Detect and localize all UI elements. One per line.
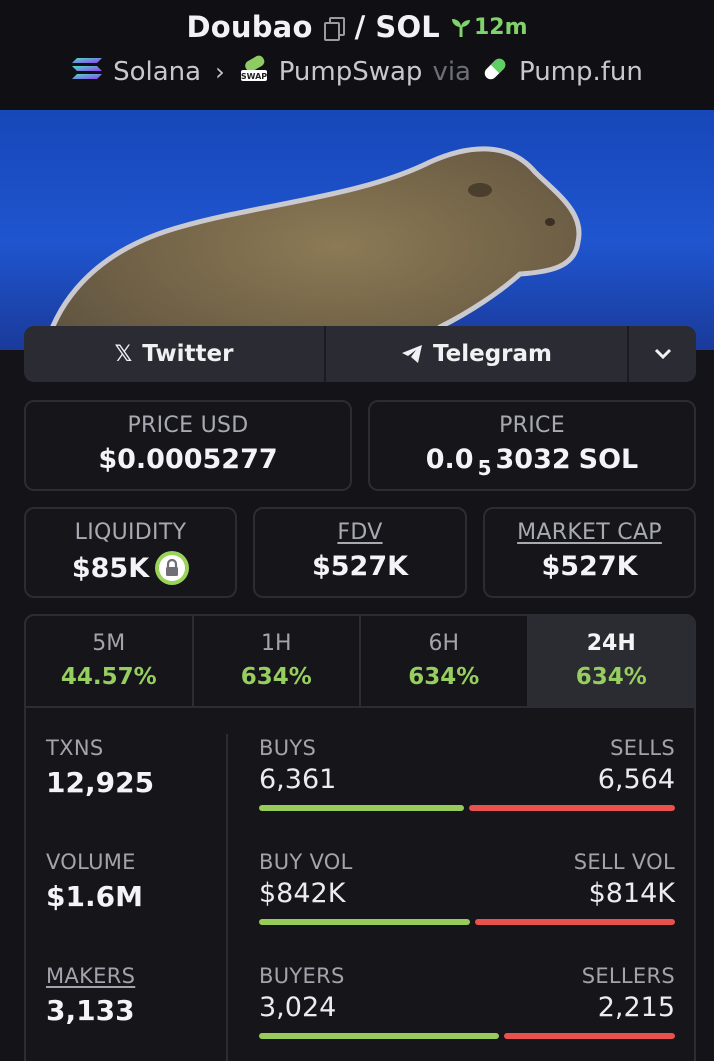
volume-split-row: BUY VOL SELL VOL $842K $814K xyxy=(259,850,675,925)
tab-change: 44.57% xyxy=(60,664,157,690)
tab-label: 1H xyxy=(260,631,292,656)
txns-value: 12,925 xyxy=(46,766,155,799)
buys-bar xyxy=(259,805,464,811)
chevron-right-icon: › xyxy=(215,58,225,86)
sells-value: 6,564 xyxy=(597,764,675,795)
price-native-unit: SOL xyxy=(578,444,639,475)
liquidity-value: $85K xyxy=(71,552,150,584)
price-native-card: PRICE 0.0 5 3032 SOL xyxy=(368,400,696,491)
solana-icon xyxy=(71,56,103,89)
buys-label: BUYS xyxy=(259,736,317,760)
price-usd-label: PRICE USD xyxy=(127,413,249,438)
tab-label: 6H xyxy=(428,631,460,656)
tab-1h[interactable]: 1H 634% xyxy=(194,616,361,706)
x-icon: 𝕏 xyxy=(114,341,133,367)
pair-age-text: 12m xyxy=(473,14,528,40)
tab-label: 24H xyxy=(586,631,636,656)
fdv-card: FDV $527K xyxy=(253,507,467,598)
txns-stat: TXNS 12,925 xyxy=(46,736,154,799)
liquidity-card: LIQUIDITY $85K xyxy=(24,507,237,598)
lock-icon[interactable] xyxy=(155,551,190,585)
volume-stat: VOLUME $1.6M xyxy=(46,850,143,913)
chain-name[interactable]: Solana xyxy=(113,57,201,87)
chevron-down-icon xyxy=(654,348,671,360)
liquidity-label: LIQUIDITY xyxy=(74,520,187,545)
makers-label[interactable]: MAKERS xyxy=(46,964,135,988)
buyers-value: 3,024 xyxy=(259,992,337,1023)
buyers-bar xyxy=(259,1033,500,1039)
token-name: Doubao xyxy=(186,10,313,44)
sell-vol-bar xyxy=(475,919,675,925)
sellers-value: 2,215 xyxy=(597,992,675,1023)
tab-5m[interactable]: 5M 44.57% xyxy=(26,616,194,706)
volume-value: $1.6M xyxy=(46,880,143,913)
buyers-label: BUYERS xyxy=(259,964,345,988)
fdv-label[interactable]: FDV xyxy=(255,520,465,545)
txns-label: TXNS xyxy=(46,736,104,760)
more-links-button[interactable] xyxy=(629,326,696,382)
buy-vol-value: $842K xyxy=(259,878,346,909)
volume-label: VOLUME xyxy=(46,850,136,874)
sells-label: SELLS xyxy=(610,736,675,760)
twitter-label: Twitter xyxy=(142,341,234,367)
social-links: 𝕏 Twitter Telegram xyxy=(24,326,696,382)
market-cap-label[interactable]: MARKET CAP xyxy=(485,520,694,545)
fdv-value: $527K xyxy=(311,551,409,582)
price-native-digits: 3032 xyxy=(495,444,571,475)
buys-sells-bar xyxy=(259,805,675,811)
capybara-image xyxy=(42,146,582,350)
tab-change: 634% xyxy=(240,664,312,690)
makers-stat: MAKERS 3,133 xyxy=(46,964,135,1027)
column-divider xyxy=(226,734,228,1061)
twitter-button[interactable]: 𝕏 Twitter xyxy=(24,326,326,382)
buys-value: 6,361 xyxy=(259,764,337,795)
price-native-zero-count: 5 xyxy=(477,455,492,480)
buyers-sellers-bar xyxy=(259,1033,675,1039)
telegram-label: Telegram xyxy=(432,341,552,367)
sell-vol-value: $814K xyxy=(588,878,675,909)
liquidity-value-row: $85K xyxy=(26,551,235,585)
svg-text:SWAP: SWAP xyxy=(241,72,267,81)
market-cap-value: $527K xyxy=(541,551,638,582)
sellers-label: SELLERS xyxy=(581,964,675,988)
via-label: via xyxy=(432,57,471,87)
stats-panel: 5M 44.57% 1H 634% 6H 634% 24H 634% TXNS … xyxy=(24,614,696,1061)
buys-sells-row: BUYS SELLS 6,361 6,564 xyxy=(259,736,675,811)
price-usd-value: $0.0005277 xyxy=(98,444,278,475)
pair-header: Doubao / SOL 12m Solana › SWAP PumpSwap … xyxy=(0,0,714,110)
tab-label: 5M xyxy=(92,631,126,656)
price-usd-card: PRICE USD $0.0005277 xyxy=(24,400,352,491)
buy-vol-label: BUY VOL xyxy=(259,850,353,874)
launchpad-name[interactable]: Pump.fun xyxy=(519,57,643,87)
sellers-bar xyxy=(504,1033,675,1039)
makers-value: 3,133 xyxy=(46,994,135,1027)
dex-name[interactable]: PumpSwap xyxy=(279,57,423,87)
quote-token: SOL xyxy=(375,10,440,44)
pair-age: 12m xyxy=(450,15,528,40)
pill-icon xyxy=(481,55,509,90)
buy-vol-bar xyxy=(259,919,471,925)
timeframe-tabs: 5M 44.57% 1H 634% 6H 634% 24H 634% xyxy=(26,616,694,708)
market-cap-card: MARKET CAP $527K xyxy=(483,507,696,598)
price-native-label: PRICE xyxy=(499,413,565,438)
pair-separator: / xyxy=(354,10,366,44)
sells-bar xyxy=(468,805,675,811)
telegram-button[interactable]: Telegram xyxy=(326,326,629,382)
copy-icon[interactable] xyxy=(323,15,345,41)
pumpswap-icon: SWAP xyxy=(239,55,269,90)
price-native-value: 0.0 5 3032 SOL xyxy=(370,444,694,480)
sell-vol-label: SELL VOL xyxy=(573,850,675,874)
stats-grid: TXNS 12,925 VOLUME $1.6M MAKERS 3,133 BU… xyxy=(26,708,694,1061)
sprout-icon xyxy=(451,19,470,37)
tab-change: 634% xyxy=(408,664,480,690)
tab-24h[interactable]: 24H 634% xyxy=(528,616,694,706)
telegram-icon xyxy=(401,345,422,363)
tab-change: 634% xyxy=(575,664,647,690)
token-banner-image xyxy=(0,110,714,350)
price-native-prefix: 0.0 xyxy=(425,444,474,475)
tab-6h[interactable]: 6H 634% xyxy=(361,616,529,706)
buyers-sellers-row: BUYERS SELLERS 3,024 2,215 xyxy=(259,964,675,1039)
volume-split-bar xyxy=(259,919,675,925)
